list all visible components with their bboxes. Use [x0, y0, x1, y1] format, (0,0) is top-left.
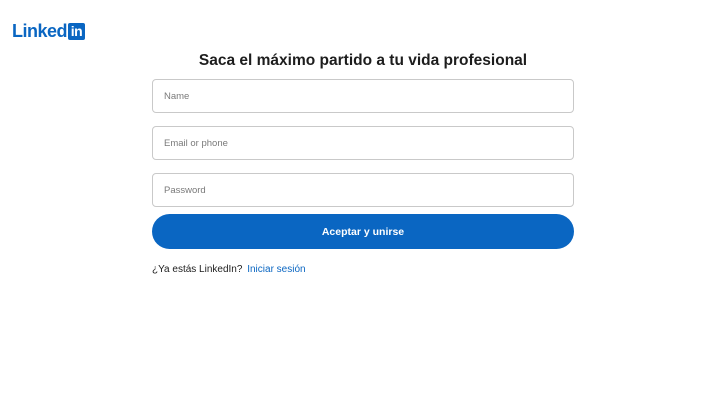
password-field-wrapper: [152, 173, 574, 207]
accept-and-join-button[interactable]: Aceptar y unirse: [152, 214, 574, 249]
linkedin-logo[interactable]: Linked in: [12, 21, 86, 41]
signin-prompt-text: ¿Ya estás LinkedIn?: [152, 264, 243, 275]
signin-link[interactable]: Iniciar sesión: [247, 264, 305, 275]
signup-form: Aceptar y unirse: [152, 79, 574, 249]
signup-page: Linked in Saca el máximo partido a tu vi…: [0, 0, 726, 418]
signin-prompt-row: ¿Ya estás LinkedIn? Iniciar sesión: [152, 263, 306, 276]
page-title: Saca el máximo partido a tu vida profesi…: [198, 52, 528, 69]
name-field-wrapper: [152, 79, 574, 113]
email-field-wrapper: [152, 126, 574, 160]
password-input[interactable]: [164, 184, 573, 196]
logo-in-badge-icon: in: [68, 22, 86, 40]
name-input[interactable]: [164, 90, 573, 102]
email-input[interactable]: [164, 137, 573, 149]
logo-wordmark: Linked: [12, 21, 68, 41]
